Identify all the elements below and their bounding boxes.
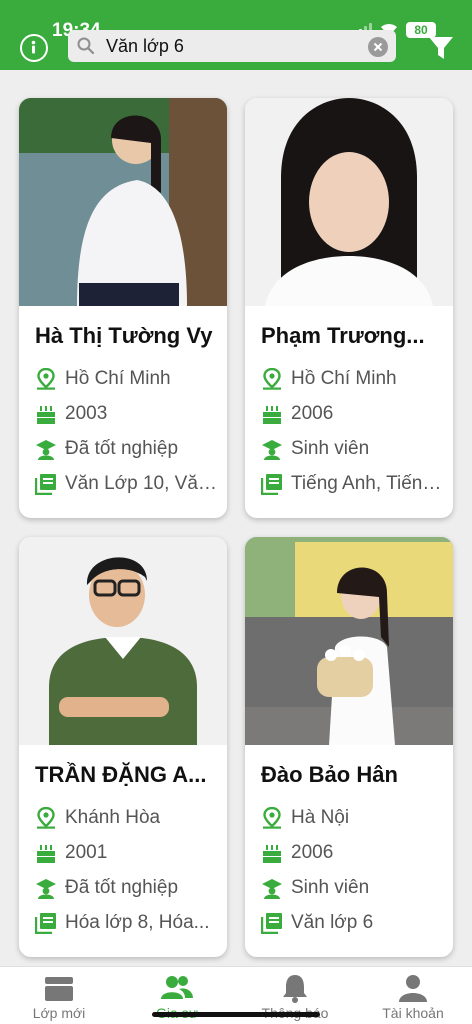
tab-label: Tài khoản <box>382 1005 444 1021</box>
graduation-cap-icon <box>36 879 56 899</box>
tab-label: Lớp mới <box>32 1005 86 1021</box>
tutor-status: Sinh viên <box>261 434 445 464</box>
tutor-card[interactable]: Đào Bảo Hân Hà Nội 2006 Sinh viên Văn lớp 6 <box>245 537 453 957</box>
tutor-subjects: Tiếng Anh, Tiếng... <box>261 469 445 499</box>
tutor-location: Hồ Chí Minh <box>35 364 219 394</box>
graduation-cap-icon <box>36 440 56 460</box>
map-pin-icon <box>37 807 55 829</box>
users-icon <box>161 976 193 999</box>
map-pin-icon <box>263 368 281 390</box>
tutor-status: Sinh viên <box>261 873 445 903</box>
tutor-status: Đã tốt nghiệp <box>35 434 219 464</box>
book-icon <box>35 474 56 495</box>
book-icon <box>261 913 282 934</box>
info-button[interactable] <box>20 34 48 62</box>
map-pin-icon <box>263 807 281 829</box>
tutor-name: TRẦN ĐẶNG A... <box>35 762 207 787</box>
birthday-cake-icon <box>37 406 55 424</box>
bell-icon <box>283 975 307 1003</box>
tutor-card[interactable]: Hà Thị Tường Vy Hồ Chí Minh 2003 Đã tốt ngh… <box>19 98 227 518</box>
tutor-birth-year-text: 2001 <box>65 842 108 863</box>
tutor-status-text: Sinh viên <box>291 877 370 898</box>
search-input[interactable] <box>106 30 356 62</box>
tutor-birth-year: 2006 <box>261 838 445 868</box>
home-indicator <box>152 1012 320 1017</box>
tutor-birth-year-text: 2006 <box>291 403 334 424</box>
tutor-birth-year-text: 2006 <box>291 842 334 863</box>
tutor-subjects: Văn lớp 6 <box>261 908 445 938</box>
tutor-photo <box>19 537 227 745</box>
map-pin-icon <box>37 368 55 390</box>
tutor-location: Khánh Hòa <box>35 803 219 833</box>
tutor-subjects-text: Tiếng Anh, Tiếng... <box>291 473 445 494</box>
tutor-photo <box>245 537 453 745</box>
tutor-location-text: Hà Nội <box>291 807 350 828</box>
inbox-icon <box>45 977 73 1001</box>
tutor-subjects-text: Hóa lớp 8, Hóa... <box>65 912 210 933</box>
birthday-cake-icon <box>263 406 281 424</box>
tutor-status: Đã tốt nghiệp <box>35 873 219 903</box>
tutor-subjects: Văn Lớp 10, Văn... <box>35 469 219 499</box>
user-icon <box>399 975 427 1002</box>
tab-new-classes[interactable]: Lớp mới <box>0 967 118 1024</box>
tutor-name: Đào Bảo Hân <box>261 762 398 787</box>
tutor-photo <box>245 98 453 306</box>
tutor-status-text: Đã tốt nghiệp <box>65 438 179 459</box>
tutor-subjects: Hóa lớp 8, Hóa... <box>35 908 219 938</box>
info-icon <box>31 40 36 54</box>
graduation-cap-icon <box>262 440 282 460</box>
tutor-location: Hà Nội <box>261 803 445 833</box>
tutor-status-text: Đã tốt nghiệp <box>65 877 179 898</box>
tab-account[interactable]: Tài khoản <box>354 967 472 1024</box>
tutor-location-text: Hồ Chí Minh <box>65 368 171 389</box>
graduation-cap-icon <box>262 879 282 899</box>
tutor-location-text: Khánh Hòa <box>65 807 161 828</box>
tutor-birth-year: 2001 <box>35 838 219 868</box>
close-icon <box>373 42 383 52</box>
birthday-cake-icon <box>263 845 281 863</box>
tutor-location: Hồ Chí Minh <box>261 364 445 394</box>
tutor-birth-year-text: 2003 <box>65 403 108 424</box>
tutor-card[interactable]: Phạm Trương... Hồ Chí Minh 2006 Sinh viên Ti… <box>245 98 453 518</box>
tutor-photo <box>19 98 227 306</box>
tutor-name: Hà Thị Tường Vy <box>35 323 213 348</box>
tutor-status-text: Sinh viên <box>291 438 370 459</box>
tutor-card[interactable]: TRẦN ĐẶNG A... Khánh Hòa 2001 Đã tốt nghiệp… <box>19 537 227 957</box>
tutor-birth-year: 2006 <box>261 399 445 429</box>
book-icon <box>261 474 282 495</box>
clear-search-button[interactable] <box>368 37 388 57</box>
book-icon <box>35 913 56 934</box>
tutor-subjects-text: Văn lớp 6 <box>291 912 374 933</box>
tutor-location-text: Hồ Chí Minh <box>291 368 397 389</box>
filter-icon[interactable] <box>426 34 456 62</box>
birthday-cake-icon <box>37 845 55 863</box>
tutor-subjects-text: Văn Lớp 10, Văn... <box>65 473 219 494</box>
tutor-birth-year: 2003 <box>35 399 219 429</box>
search-box[interactable] <box>68 30 396 62</box>
tutor-name: Phạm Trương... <box>261 323 425 348</box>
app-header: 19:34 80 <box>0 0 472 70</box>
search-icon <box>77 37 95 55</box>
